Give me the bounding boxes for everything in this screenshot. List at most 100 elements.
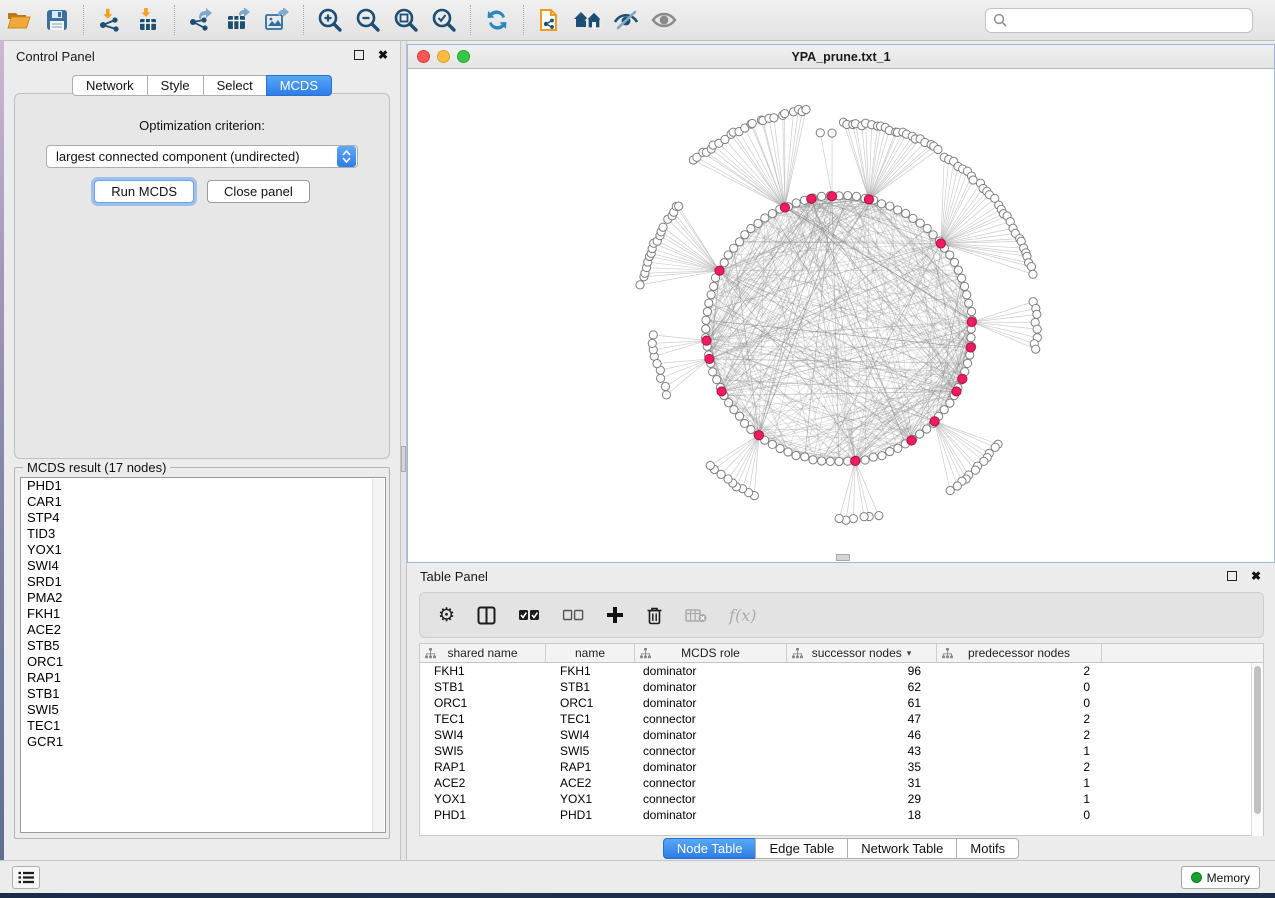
- network-document-button[interactable]: [531, 3, 569, 37]
- float-icon: [354, 50, 364, 60]
- zoom-in-icon: [317, 7, 343, 33]
- run-mcds-button[interactable]: Run MCDS: [94, 180, 194, 203]
- search-input[interactable]: [1008, 11, 1252, 31]
- tab-network[interactable]: Network: [72, 75, 148, 96]
- export-table-button[interactable]: [220, 3, 258, 37]
- criterion-dropdown[interactable]: largest connected component (undirected): [46, 145, 358, 168]
- table-row[interactable]: TEC1TEC1connector472: [420, 711, 1263, 727]
- list-item[interactable]: SWI5: [21, 702, 385, 718]
- table-scrollbar[interactable]: [1251, 663, 1263, 836]
- tab-mcds[interactable]: MCDS: [266, 75, 332, 96]
- table-row[interactable]: SWI5SWI5connector431: [420, 743, 1263, 759]
- memory-status-icon: [1191, 872, 1202, 883]
- zoom-fit-button[interactable]: [387, 3, 425, 37]
- float-panel-button[interactable]: [352, 48, 366, 62]
- task-history-button[interactable]: [12, 866, 40, 889]
- save-session-button[interactable]: [38, 3, 76, 37]
- zoom-selected-button[interactable]: [425, 3, 463, 37]
- eye-icon: [650, 8, 678, 32]
- list-item[interactable]: FKH1: [21, 606, 385, 622]
- mcds-tab-panel: Optimization criterion: largest connecte…: [14, 93, 390, 459]
- column-header-shared-name[interactable]: shared name: [420, 644, 546, 662]
- network-window-titlebar[interactable]: YPA_prune.txt_1: [408, 45, 1274, 69]
- tab-select[interactable]: Select: [203, 75, 267, 96]
- list-item[interactable]: SRD1: [21, 574, 385, 590]
- column-header-name[interactable]: name: [546, 644, 635, 662]
- list-item[interactable]: SWI4: [21, 558, 385, 574]
- tab-network-table[interactable]: Network Table: [847, 838, 957, 859]
- open-file-button[interactable]: [0, 3, 38, 37]
- tab-edge-table[interactable]: Edge Table: [755, 838, 848, 859]
- horizontal-splitter-grip[interactable]: [836, 554, 850, 561]
- vertical-splitter[interactable]: [400, 41, 407, 860]
- table-row[interactable]: SWI4SWI4dominator462: [420, 727, 1263, 743]
- table-cell: ORC1: [420, 695, 546, 711]
- network-canvas[interactable]: [408, 69, 1274, 562]
- table-row[interactable]: FKH1FKH1dominator962: [420, 663, 1263, 679]
- import-table-button[interactable]: [129, 3, 167, 37]
- export-network-button[interactable]: [182, 3, 220, 37]
- table-cell: dominator: [635, 679, 787, 695]
- import-network-icon: [98, 8, 122, 32]
- scrollbar-thumb[interactable]: [1254, 666, 1261, 814]
- mcds-result-list[interactable]: PHD1CAR1STP4TID3YOX1SWI4SRD1PMA2FKH1ACE2…: [20, 477, 386, 833]
- zoom-in-button[interactable]: [311, 3, 349, 37]
- right-pane: YPA_prune.txt_1 Table Panel ✖ ⚙: [407, 41, 1275, 860]
- tab-style[interactable]: Style: [147, 75, 204, 96]
- search-field[interactable]: [985, 8, 1253, 33]
- import-network-button[interactable]: [91, 3, 129, 37]
- column-header-predecessor-nodes[interactable]: predecessor nodes: [937, 644, 1102, 662]
- hide-eye-icon: [612, 8, 640, 32]
- apply-layout-button[interactable]: [478, 3, 516, 37]
- table-row[interactable]: ORC1ORC1dominator610: [420, 695, 1263, 711]
- list-item[interactable]: ACE2: [21, 622, 385, 638]
- close-window-icon[interactable]: [417, 50, 430, 63]
- list-item[interactable]: RAP1: [21, 670, 385, 686]
- home-networks-button[interactable]: [569, 3, 607, 37]
- list-item[interactable]: YOX1: [21, 542, 385, 558]
- list-item[interactable]: ORC1: [21, 654, 385, 670]
- table-row[interactable]: STB1STB1dominator620: [420, 679, 1263, 695]
- list-item[interactable]: PHD1: [21, 478, 385, 494]
- float-table-panel-button[interactable]: [1225, 569, 1239, 583]
- list-item[interactable]: STB5: [21, 638, 385, 654]
- table-settings-button[interactable]: ⚙: [438, 606, 455, 625]
- export-image-button[interactable]: [258, 3, 296, 37]
- delete-table-button[interactable]: [685, 608, 707, 623]
- list-item[interactable]: STB1: [21, 686, 385, 702]
- close-panel-button[interactable]: ✖: [376, 48, 390, 62]
- maximize-window-icon[interactable]: [457, 50, 470, 63]
- list-item[interactable]: TEC1: [21, 718, 385, 734]
- close-panel-button-mcds[interactable]: Close panel: [207, 180, 310, 203]
- delete-column-button[interactable]: [646, 606, 663, 625]
- list-item[interactable]: TID3: [21, 526, 385, 542]
- splitter-grip[interactable]: [401, 446, 406, 472]
- zoom-out-button[interactable]: [349, 3, 387, 37]
- list-item[interactable]: STP4: [21, 510, 385, 526]
- table-cell: 2: [937, 663, 1102, 679]
- list-item[interactable]: GCR1: [21, 734, 385, 750]
- table-row[interactable]: YOX1YOX1connector291: [420, 791, 1263, 807]
- function-builder-button[interactable]: f(x): [729, 606, 756, 625]
- column-header-successor-nodes[interactable]: successor nodes▾: [787, 644, 937, 662]
- select-all-button[interactable]: [518, 608, 540, 622]
- hide-details-button[interactable]: [607, 3, 645, 37]
- show-columns-button[interactable]: [477, 606, 496, 625]
- control-panel-tabbar: Network Style Select MCDS: [4, 75, 400, 96]
- minimize-window-icon[interactable]: [437, 50, 450, 63]
- show-details-button[interactable]: [645, 3, 683, 37]
- create-column-button[interactable]: [606, 606, 624, 624]
- memory-button[interactable]: Memory: [1181, 866, 1260, 889]
- table-row[interactable]: ACE2ACE2connector311: [420, 775, 1263, 791]
- close-table-panel-button[interactable]: ✖: [1249, 569, 1263, 583]
- mcds-list-scrollbar[interactable]: [372, 479, 384, 833]
- network-graph[interactable]: [408, 69, 1274, 562]
- table-row[interactable]: PHD1PHD1dominator180: [420, 807, 1263, 823]
- tab-node-table[interactable]: Node Table: [663, 838, 757, 859]
- list-item[interactable]: CAR1: [21, 494, 385, 510]
- tab-motifs[interactable]: Motifs: [956, 838, 1019, 859]
- deselect-all-button[interactable]: [562, 608, 584, 622]
- table-row[interactable]: RAP1RAP1dominator352: [420, 759, 1263, 775]
- column-header-MCDS-role[interactable]: MCDS role: [635, 644, 787, 662]
- list-item[interactable]: PMA2: [21, 590, 385, 606]
